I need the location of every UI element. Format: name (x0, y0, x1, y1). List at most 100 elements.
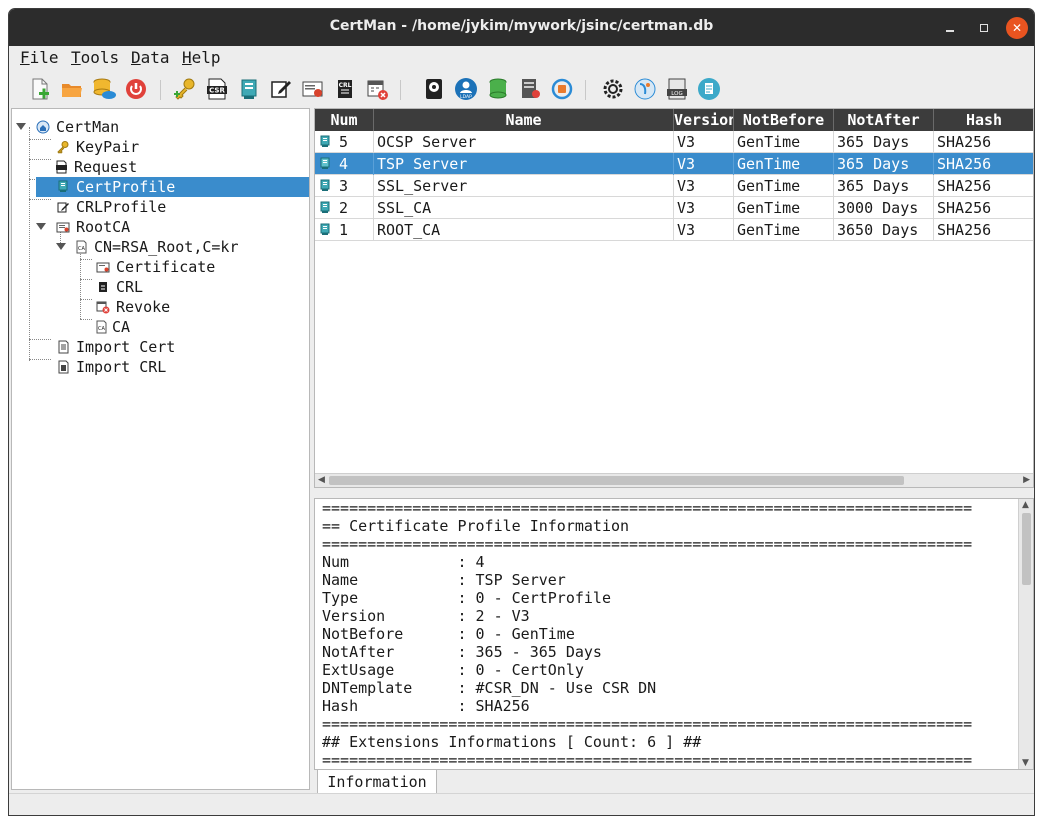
info-line: ## Extensions Informations [ Count: 6 ] … (322, 733, 702, 751)
revoke-button[interactable] (364, 76, 390, 102)
cert-profile-icon (56, 180, 70, 194)
server-power-button[interactable] (123, 76, 149, 102)
close-button[interactable]: ✕ (1006, 17, 1028, 39)
maximize-button[interactable] (973, 17, 995, 39)
refresh-button[interactable] (549, 76, 575, 102)
cell-name: OCSP Server (374, 131, 674, 153)
tree-label: CertMan (56, 118, 120, 136)
csr-button[interactable]: CSR (204, 76, 230, 102)
open-folder-icon (62, 84, 82, 97)
tree-item-certman[interactable]: CertMan (12, 117, 309, 137)
info-panel: ========================================… (314, 498, 1034, 770)
tree-item-import-crl[interactable]: Import CRL (12, 357, 309, 377)
tree-item-import-cert[interactable]: Import Cert (12, 337, 309, 357)
cell-name: SSL_Server (374, 175, 674, 197)
scroll-right-icon[interactable]: ▶ (1023, 475, 1030, 485)
cert-profile-icon (318, 157, 332, 171)
remote-db-button[interactable] (91, 76, 117, 102)
tree-item-rootca[interactable]: RootCA (12, 217, 309, 237)
make-crl-button[interactable]: CRL (332, 76, 358, 102)
tree-item-revoke[interactable]: Revoke (12, 297, 309, 317)
menu-file[interactable]: File (20, 48, 59, 67)
table-row[interactable]: 4 TSP Server V3 GenTime 365 Days SHA256 (315, 153, 1033, 175)
tree-item-certificate[interactable]: Certificate (12, 257, 309, 277)
new-keypair-button[interactable] (172, 76, 198, 102)
hsm-button[interactable] (421, 76, 447, 102)
cert-profile-icon (318, 179, 332, 193)
expand-arrow-icon[interactable] (16, 123, 26, 130)
tree-label: Import CRL (76, 358, 167, 376)
toolbar: CSR CRL LDAP LOG (9, 72, 1034, 108)
table-row[interactable]: 1 ROOT_CA V3 GenTime 3650 Days SHA256 (315, 219, 1033, 241)
csr-icon: CSR (207, 78, 227, 100)
cell-notafter: 365 Days (834, 175, 934, 197)
expand-arrow-icon[interactable] (56, 243, 66, 250)
hsm-icon (426, 79, 442, 99)
tree-item-crlprofile[interactable]: CRLProfile (12, 197, 309, 217)
minimize-button[interactable] (939, 17, 961, 39)
column-header-hash[interactable]: Hash (934, 109, 1033, 131)
expand-arrow-icon[interactable] (36, 223, 46, 230)
column-header-version[interactable]: Version (674, 109, 734, 131)
tree-item-certprofile[interactable]: CertProfile (36, 177, 309, 197)
make-certificate-button[interactable] (300, 76, 326, 102)
make-crl-icon: CRL (338, 80, 352, 98)
cell-hash: SHA256 (934, 153, 1033, 175)
info-text[interactable]: ========================================… (322, 499, 972, 769)
vertical-scroll-thumb[interactable] (1022, 513, 1031, 585)
tree-item-request[interactable]: Request (12, 157, 309, 177)
table-row[interactable]: 3 SSL_Server V3 GenTime 365 Days SHA256 (315, 175, 1033, 197)
menu-tools-label: ools (80, 48, 120, 67)
column-header-name[interactable]: Name (374, 109, 674, 131)
navigation-tree: CertMan KeyPair Request CertProfile CRLP… (11, 108, 310, 790)
document-icon (698, 78, 720, 100)
open-button[interactable] (59, 76, 85, 102)
scroll-up-icon[interactable]: ▲ (1022, 500, 1029, 510)
column-header-num[interactable]: Num (315, 109, 374, 131)
tree-item-ca[interactable]: CA CA (12, 317, 309, 337)
title-bar: CertMan - /home/jykim/mywork/jsinc/certm… (9, 9, 1034, 46)
cert-profile-button[interactable] (236, 76, 262, 102)
horizontal-scrollbar[interactable]: ◀ ▶ (315, 473, 1033, 487)
about-button[interactable] (632, 76, 658, 102)
tree-item-ca-node[interactable]: CA CN=RSA_Root,C=kr (12, 237, 309, 257)
log-button[interactable]: LOG (664, 76, 690, 102)
scroll-left-icon[interactable]: ◀ (318, 475, 325, 485)
settings-button[interactable] (600, 76, 626, 102)
info-line: Name : TSP Server (322, 571, 566, 589)
cert-profile-icon (318, 135, 332, 149)
menu-data[interactable]: Data (131, 48, 170, 67)
new-file-button[interactable] (27, 76, 53, 102)
maximize-icon (980, 24, 988, 32)
cell-notbefore: GenTime (734, 197, 834, 219)
column-header-notafter[interactable]: NotAfter (834, 109, 934, 131)
ldap-db-button[interactable] (485, 76, 511, 102)
tree-item-crl[interactable]: CRL (12, 277, 309, 297)
table-row[interactable]: 2 SSL_CA V3 GenTime 3000 Days SHA256 (315, 197, 1033, 219)
cell-num-text: 1 (339, 221, 349, 239)
pane-splitter[interactable] (314, 488, 1034, 498)
info-line: == Certificate Profile Information (322, 517, 630, 535)
server-status-icon (522, 79, 540, 98)
crl-profile-button[interactable] (268, 76, 294, 102)
tree-item-keypair[interactable]: KeyPair (12, 137, 309, 157)
info-line: ========================================… (322, 751, 973, 769)
right-pane: Num Name Version NotBefore NotAfter Hash… (314, 108, 1034, 796)
status-bar (9, 793, 1034, 815)
cell-notafter: 365 Days (834, 131, 934, 153)
cell-num-text: 2 (339, 199, 349, 217)
menu-tools[interactable]: Tools (71, 48, 119, 67)
vertical-scrollbar[interactable]: ▲ ▼ (1018, 499, 1033, 769)
ldap-button[interactable]: LDAP (453, 76, 479, 102)
table-header: Num Name Version NotBefore NotAfter Hash (315, 109, 1033, 131)
column-header-notbefore[interactable]: NotBefore (734, 109, 834, 131)
table-row[interactable]: 5 OCSP Server V3 GenTime 365 Days SHA256 (315, 131, 1033, 153)
menu-help[interactable]: Help (182, 48, 221, 67)
server-status-button[interactable] (517, 76, 543, 102)
menu-help-mnemonic: H (182, 48, 192, 67)
document-button[interactable] (696, 76, 722, 102)
tree-label: Request (74, 158, 138, 176)
cell-notafter: 3000 Days (834, 197, 934, 219)
scroll-down-icon[interactable]: ▼ (1022, 758, 1029, 768)
horizontal-scroll-thumb[interactable] (329, 476, 904, 485)
